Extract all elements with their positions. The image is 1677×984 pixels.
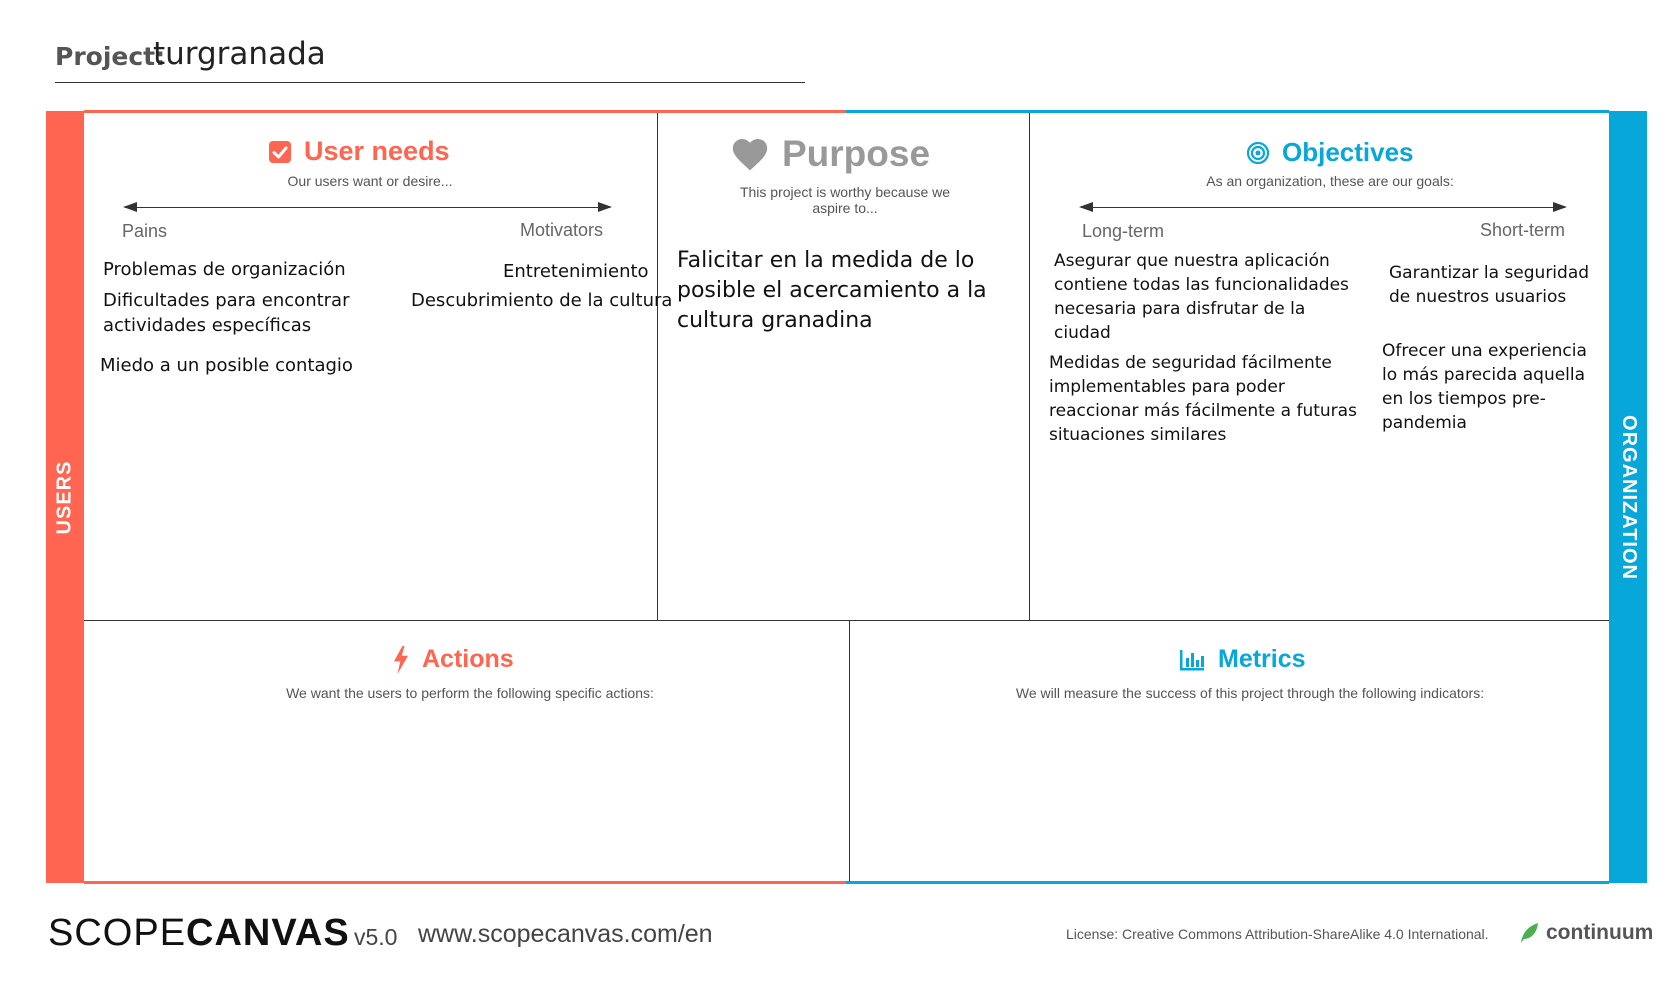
top-border-organization [846,110,1609,113]
user-needs-title: User needs [304,136,450,166]
sticky-note[interactable]: Medidas de seguridad fácilmente implemen… [1049,351,1359,447]
project-name[interactable]: turgranada [153,36,326,72]
lightning-icon [394,645,408,674]
purpose-header: Purpose [730,133,930,175]
objectives-header: Objectives [1246,137,1414,168]
users-sidebar: USERS [46,111,84,883]
metrics-title: Metrics [1218,645,1306,673]
sticky-note[interactable]: Entretenimiento [503,259,653,284]
pains-motivators-scale-arrow [123,202,612,212]
bottom-border-users [84,881,846,884]
sticky-note[interactable]: Problemas de organización [103,257,373,282]
actions-subtitle: We want the users to perform the followi… [286,685,654,701]
metrics-subtitle: We will measure the success of this proj… [1015,685,1485,701]
motivators-label: Motivators [520,220,604,240]
continuum-logo: continuum [1518,921,1653,945]
bottom-border-organization [846,881,1609,884]
version-label: v5.0 [354,924,398,950]
sticky-note[interactable]: Asegurar que nuestra aplicación contiene… [1054,249,1364,345]
scopecanvas-logo: SCOPECANVAS [48,912,350,954]
purpose-subtitle: This project is worthy because we aspire… [739,184,951,216]
sticky-note[interactable]: Descubrimiento de la cultura [411,288,672,313]
sticky-note[interactable]: Falicitar en la medida de lo posible el … [677,246,1007,336]
pains-label: Pains [122,221,168,241]
user-needs-subtitle: Our users want or desire... [287,173,453,189]
divider-actions-metrics [849,620,850,881]
divider-horizontal [84,620,1609,621]
actions-header: Actions [392,645,514,674]
organization-sidebar-label: ORGANIZATION [1617,414,1640,580]
long-term-label: Long-term [1082,221,1165,241]
bar-chart-icon [1180,649,1204,670]
target-icon [1246,141,1270,164]
metrics-header: Metrics [1178,645,1306,674]
sticky-note[interactable]: Garantizar la seguridad de nuestros usua… [1389,261,1614,309]
long-short-term-scale-arrow [1079,202,1567,212]
checkbox-icon [269,140,291,163]
divider-needs-purpose [657,113,658,621]
top-border-users [84,110,846,113]
objectives-title: Objectives [1282,137,1414,167]
heart-icon [732,138,768,171]
actions-title: Actions [422,645,514,673]
sticky-note[interactable]: Miedo a un posible contagio [100,353,380,378]
users-sidebar-label: USERS [53,460,76,534]
organization-sidebar: ORGANIZATION [1609,111,1647,883]
objectives-subtitle: As an organization, these are our goals: [1206,173,1454,189]
divider-purpose-objectives [1029,113,1030,621]
project-header: Project: turgranada [55,34,805,83]
website-link[interactable]: www.scopecanvas.com/en [418,920,713,949]
sticky-note[interactable]: Ofrecer una experiencia lo más parecida … [1382,339,1607,435]
license-text: License: Creative Commons Attribution-Sh… [1066,926,1489,942]
short-term-label: Short-term [1480,220,1566,240]
sticky-note[interactable]: Dificultades para encontrar actividades … [103,288,363,338]
continuum-leaf-icon [1521,923,1538,943]
purpose-title: Purpose [782,133,931,174]
project-label: Project: [55,42,166,71]
user-needs-header: User needs [268,136,450,167]
